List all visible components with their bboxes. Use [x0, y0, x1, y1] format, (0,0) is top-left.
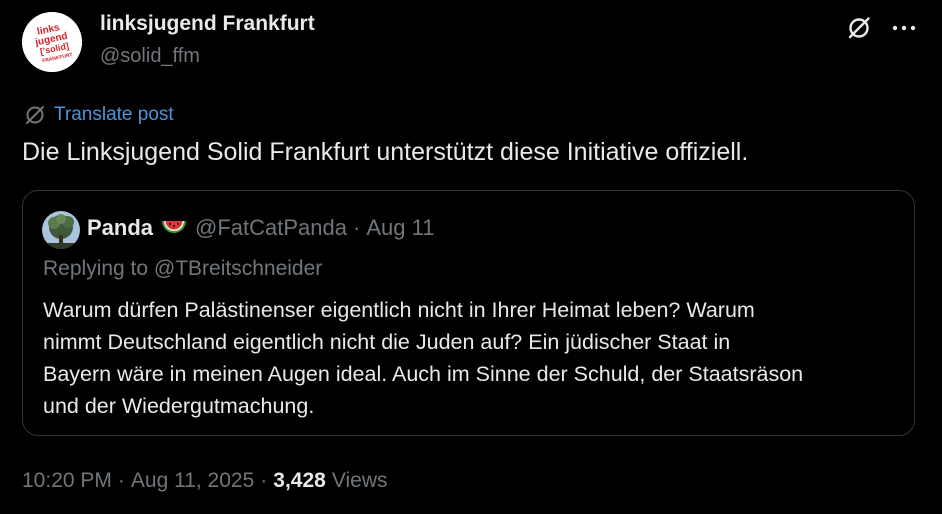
quote-body-line: und der Wiedergutmachung. — [43, 394, 315, 418]
tweet-text: Die Linksjugend Solid Frankfurt unterstü… — [22, 138, 749, 166]
quote-author-handle[interactable]: @FatCatPanda — [195, 215, 347, 241]
quote-header: Panda @FatCatPanda · Aug 11 — [87, 215, 434, 241]
tweet-meta: 10:20 PM · Aug 11, 2025 · 3,428 Views — [22, 469, 387, 493]
panda-tree-avatar-image — [42, 211, 80, 249]
tweet-time[interactable]: 10:20 PM — [22, 469, 112, 493]
quote-date[interactable]: Aug 11 — [366, 215, 434, 241]
author-display-name[interactable]: linksjugend Frankfurt — [100, 12, 315, 36]
quoted-tweet-card[interactable]: Panda @FatCatPanda · Aug 11 Replying to … — [22, 190, 915, 436]
watermelon-icon — [161, 218, 187, 238]
translate-globe-icon — [26, 106, 44, 124]
replying-to-label: Replying to @TBreitschneider — [43, 257, 323, 280]
linksjugend-logo: links jugend ['solid] FRANKFURT — [22, 12, 82, 72]
quote-author-name[interactable]: Panda — [87, 215, 153, 241]
more-horizontal-icon — [892, 25, 916, 31]
quote-body-line: Warum dürfen Palästinenser eigentlich ni… — [43, 298, 755, 322]
author-handle[interactable]: @solid_ffm — [100, 45, 200, 68]
translate-post-link[interactable]: Translate post — [24, 103, 174, 127]
tweet-date[interactable]: Aug 11, 2025 — [131, 469, 254, 493]
views-count: 3,428 — [273, 469, 326, 492]
quote-body-line: Bayern wäre in meinen Augen ideal. Auch … — [43, 362, 804, 386]
quote-separator: · — [353, 215, 361, 240]
meta-separator: · — [260, 469, 268, 492]
grok-button[interactable] — [843, 12, 875, 44]
more-options-button[interactable] — [888, 12, 920, 44]
views-label: Views — [331, 469, 388, 492]
translate-post-label: Translate post — [54, 104, 174, 125]
author-avatar[interactable]: links jugend ['solid] FRANKFURT — [22, 12, 82, 72]
quote-body-line: nimmt Deutschland eigentlich nicht die J… — [43, 330, 731, 354]
quote-author-avatar — [42, 211, 80, 249]
grok-icon — [848, 17, 870, 39]
quote-body: Warum dürfen Palästinenser eigentlich ni… — [43, 294, 903, 422]
meta-separator: · — [117, 469, 125, 492]
